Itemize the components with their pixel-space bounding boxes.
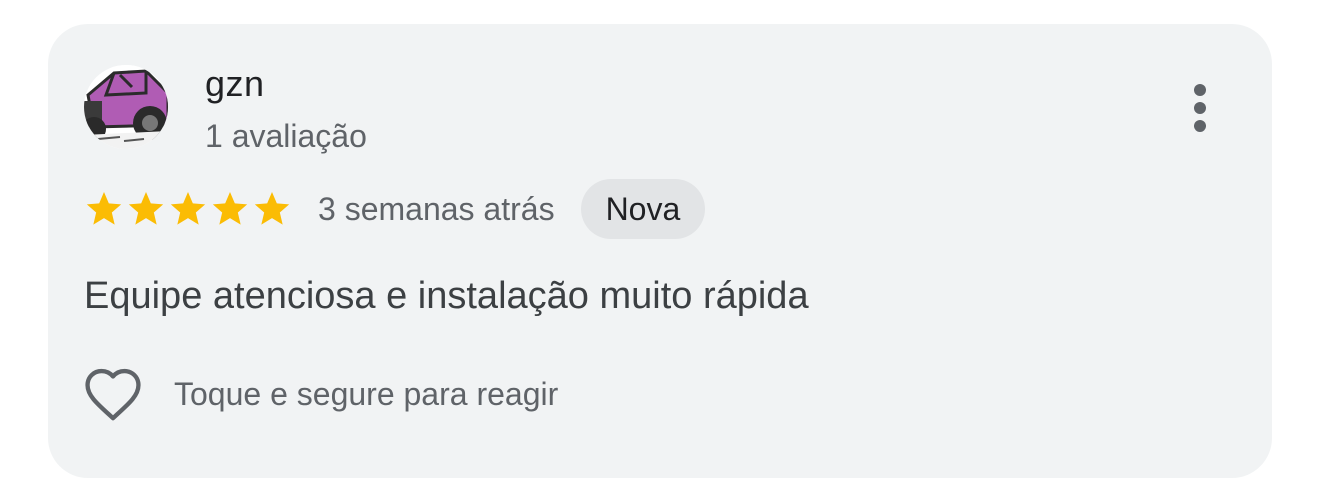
author-name[interactable]: gzn bbox=[205, 62, 265, 106]
star-icon bbox=[128, 192, 164, 225]
star-icon bbox=[86, 192, 122, 225]
new-badge: Nova bbox=[580, 179, 706, 239]
rating-row: 3 semanas atrás Nova bbox=[84, 179, 706, 239]
more-vert-icon bbox=[1194, 84, 1206, 132]
review-card: gzn 1 avaliação 3 semanas atrás Nova Equ… bbox=[48, 24, 1272, 478]
react-button[interactable]: Toque e segure para reagir bbox=[82, 364, 558, 424]
avatar[interactable] bbox=[84, 65, 168, 149]
heart-outline-icon bbox=[85, 368, 141, 421]
react-label: Toque e segure para reagir bbox=[174, 375, 559, 412]
star-icon bbox=[212, 192, 248, 225]
more-options-button[interactable] bbox=[1176, 76, 1224, 140]
star-icon bbox=[170, 192, 206, 225]
review-time: 3 semanas atrás bbox=[318, 191, 555, 227]
author-review-count: 1 avaliação bbox=[205, 118, 367, 154]
review-text: Equipe atenciosa e instalação muito rápi… bbox=[84, 275, 809, 317]
star-rating bbox=[84, 189, 292, 229]
star-icon bbox=[254, 192, 290, 225]
avatar-image bbox=[84, 65, 168, 149]
